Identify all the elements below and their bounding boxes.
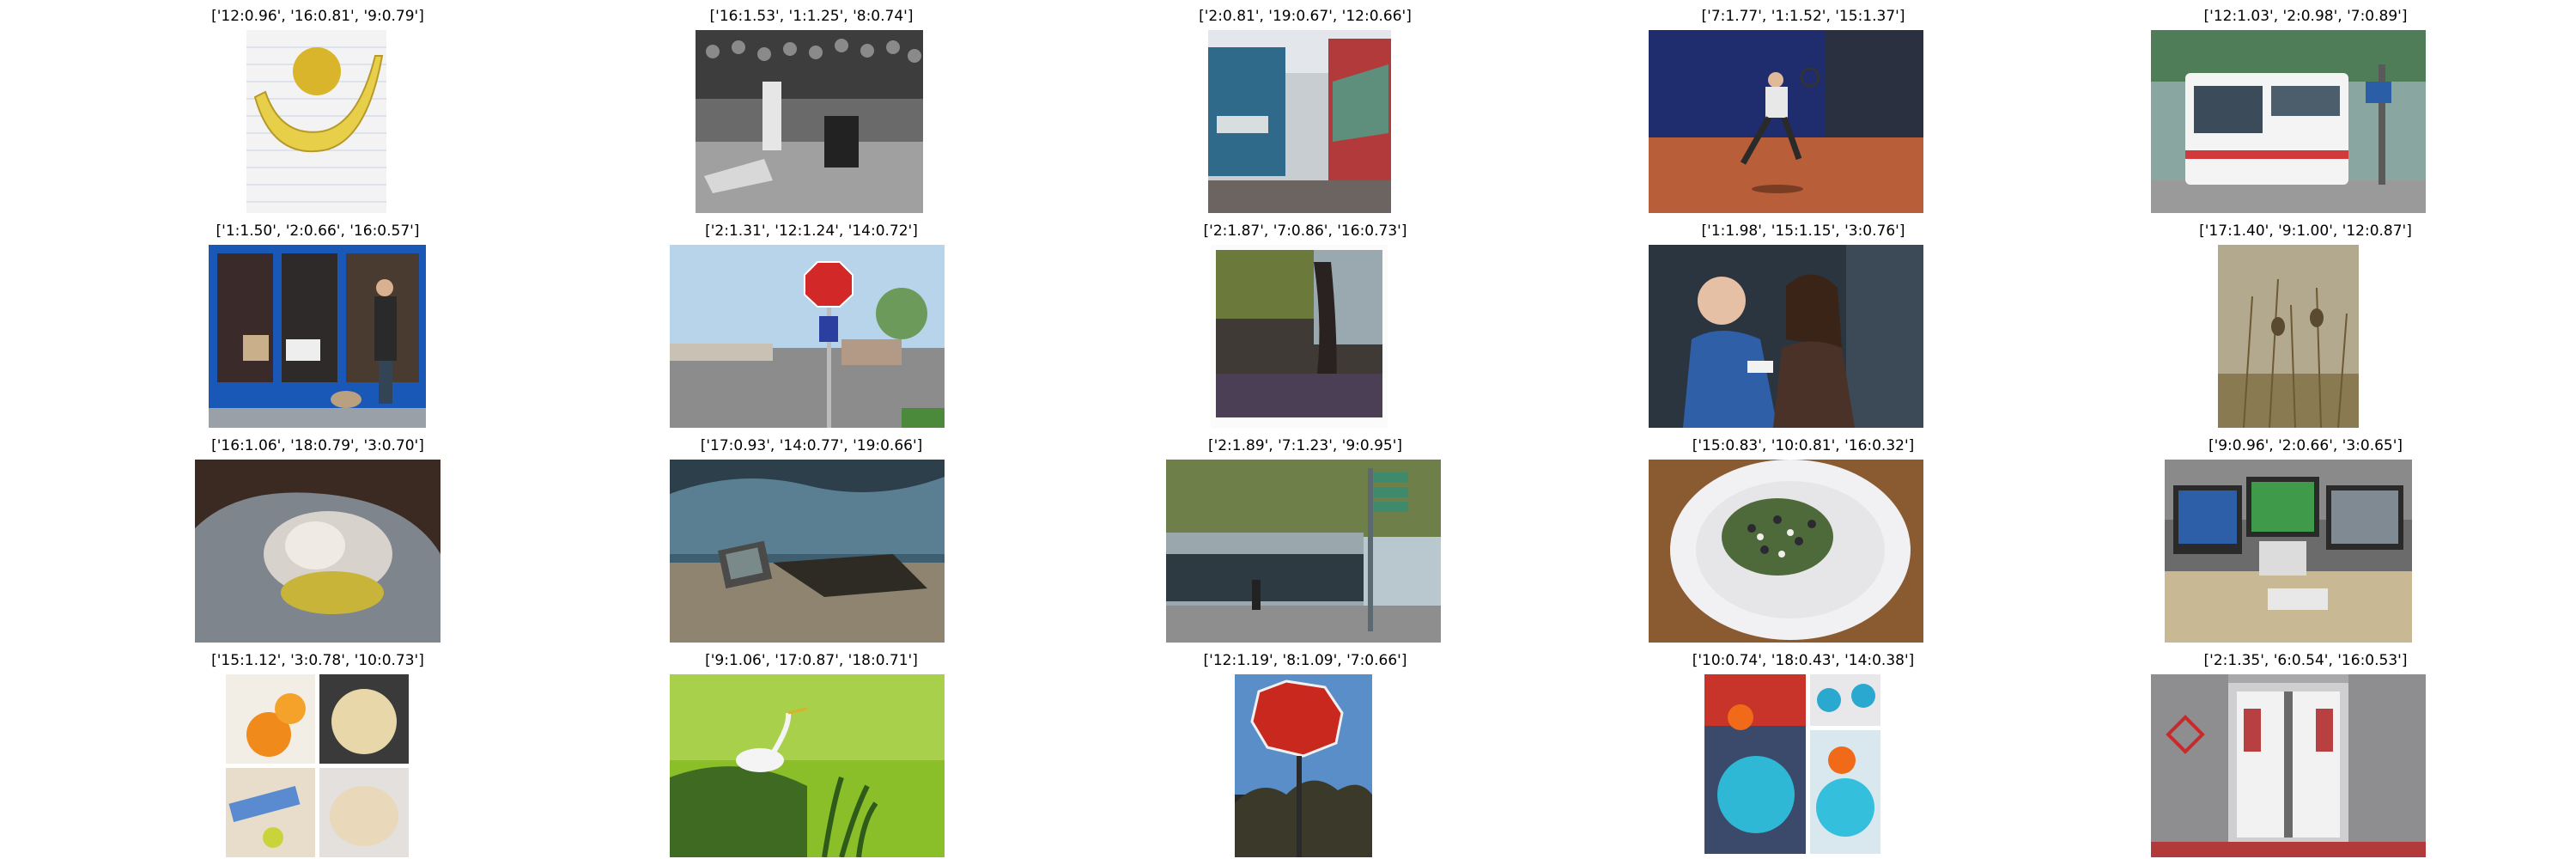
tv-beach-photo [670,460,945,643]
cell-caption: ['2:1.89', '7:1.23', '9:0.95'] [1207,437,1403,454]
cell-caption: ['9:0.96', '2:0.66', '3:0.65'] [2208,437,2403,454]
grid-cell: ['17:0.93', '14:0.77', '19:0.66'] [554,430,1069,644]
cell-caption: ['7:1.77', '1:1.52', '15:1.37'] [1701,8,1905,25]
desk-computers-photo [2165,460,2412,643]
cell-caption: ['15:1.12', '3:0.78', '10:0.73'] [211,652,424,669]
trailers-photo [1208,30,1391,213]
cell-caption: ['17:1.40', '9:1.00', '12:0.87'] [2199,222,2412,240]
cell-caption: ['16:1.06', '18:0.79', '3:0.70'] [211,437,424,454]
cell-caption: ['2:0.81', '19:0.67', '12:0.66'] [1199,8,1412,25]
grid-cell: ['7:1.77', '1:1.52', '15:1.37'] [1546,0,2061,215]
grid-cell: ['16:1.53', '1:1.25', '8:0.74'] [554,0,1069,215]
egret-photo [670,674,945,857]
grid-cell: ['9:1.06', '17:0.87', '18:0.71'] [554,644,1069,859]
street-station-photo [1166,460,1441,643]
cat-bag-photo [195,460,440,643]
cell-caption: ['1:1.98', '15:1.15', '3:0.76'] [1701,222,1905,240]
cell-caption: ['2:1.31', '12:1.24', '14:0.72'] [705,222,918,240]
grid-cell: ['10:0.74', '18:0.43', '14:0.38'] [1546,644,2061,859]
cell-caption: ['12:1.03', '2:0.98', '7:0.89'] [2203,8,2408,25]
grid-cell: ['2:1.87', '7:0.86', '16:0.73'] [1048,215,1563,430]
grid-cell: ['16:1.06', '18:0.79', '3:0.70'] [60,430,575,644]
grid-cell: ['15:1.12', '3:0.78', '10:0.73'] [60,644,575,859]
grid-cell: ['2:1.31', '12:1.24', '14:0.72'] [554,215,1069,430]
grid-cell: ['17:1.40', '9:1.00', '12:0.87'] [2048,215,2563,430]
cell-caption: ['16:1.53', '1:1.25', '8:0.74'] [709,8,914,25]
bus-photo [2151,30,2426,213]
cell-caption: ['10:0.74', '18:0.43', '14:0.38'] [1692,652,1915,669]
cell-caption: ['2:1.87', '7:0.86', '16:0.73'] [1203,222,1407,240]
cell-caption: ['12:1.19', '8:1.09', '7:0.66'] [1203,652,1407,669]
grid-cell: ['15:0.83', '10:0.81', '16:0.32'] [1546,430,2061,644]
woman-dog-photo [209,245,426,428]
grid-cell: ['9:0.96', '2:0.66', '3:0.65'] [2048,430,2563,644]
blue-vases-collage [1704,674,1880,857]
stop-sign-sky-photo [1235,674,1372,857]
tree-sidewalk-photo [1211,245,1388,428]
cell-caption: ['1:1.50', '2:0.66', '16:0.57'] [216,222,420,240]
tennis-photo [1649,30,1923,213]
grid-cell: ['1:1.50', '2:0.66', '16:0.57'] [60,215,575,430]
grid-cell: ['2:1.89', '7:1.23', '9:0.95'] [1048,430,1563,644]
cell-caption: ['9:1.06', '17:0.87', '18:0.71'] [705,652,918,669]
grid-cell: ['2:1.35', '6:0.54', '16:0.53'] [2048,644,2563,859]
subway-doors-photo [2151,674,2426,857]
banana-orange-photo [246,30,386,213]
cell-caption: ['12:0.96', '16:0.81', '9:0.79'] [211,8,424,25]
grid-cell: ['2:0.81', '19:0.67', '12:0.66'] [1048,0,1563,215]
grid-cell: ['12:0.96', '16:0.81', '9:0.79'] [60,0,575,215]
grid-cell: ['12:1.03', '2:0.98', '7:0.89'] [2048,0,2563,215]
grid-cell: ['12:1.19', '8:1.09', '7:0.66'] [1048,644,1563,859]
birds-grass-photo [2218,245,2359,428]
oranges-tortillas-collage [226,674,409,857]
baseball-photo [696,30,923,213]
grid-cell: ['1:1.98', '15:1.15', '3:0.76'] [1546,215,2061,430]
cell-caption: ['17:0.93', '14:0.77', '19:0.66'] [700,437,923,454]
cell-caption: ['15:0.83', '10:0.81', '16:0.32'] [1692,437,1915,454]
salad-photo [1649,460,1923,643]
video-game-photo [1649,245,1923,428]
cell-caption: ['2:1.35', '6:0.54', '16:0.53'] [2203,652,2408,669]
stop-sign-suburb-photo [670,245,945,428]
